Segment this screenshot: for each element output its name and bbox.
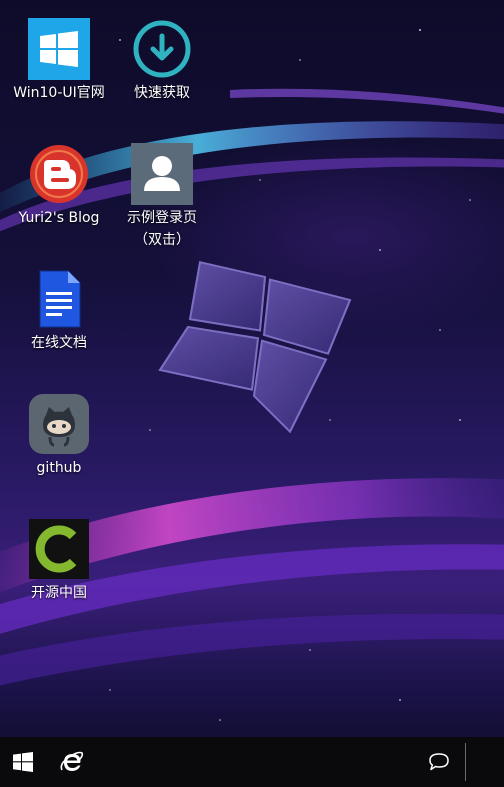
taskbar — [0, 737, 504, 787]
desktop-icon-label: 开源中国 — [31, 585, 87, 601]
github-icon — [28, 393, 90, 455]
desktop-icon-label: 快速获取 — [134, 85, 190, 101]
desktop-icon-login[interactable]: 示例登录页 （双击） — [110, 143, 214, 251]
desktop-icon-quick-get[interactable]: 快速获取 — [110, 18, 214, 104]
desktop-icon-blog[interactable]: Yuri2's Blog — [7, 143, 111, 229]
taskbar-divider — [465, 743, 466, 781]
document-icon — [28, 268, 90, 330]
browser-button[interactable] — [49, 737, 95, 787]
blogger-icon — [28, 143, 90, 205]
start-button[interactable] — [0, 737, 46, 787]
desktop-icon-docs[interactable]: 在线文档 — [7, 268, 111, 354]
message-icon — [429, 753, 449, 771]
desktop-icon-label: Yuri2's Blog — [18, 210, 100, 226]
desktop-icon-oschina[interactable]: 开源中国 — [7, 518, 111, 604]
desktop-icon-label: github — [36, 460, 82, 476]
desktop-icon-label: Win10-UI官网 — [13, 85, 105, 101]
download-icon — [131, 18, 193, 80]
windows-start-icon — [13, 752, 33, 772]
desktop-icon-label: 在线文档 — [31, 335, 87, 351]
desktop-icon-github[interactable]: github — [7, 393, 111, 479]
notification-button[interactable] — [416, 737, 462, 787]
windows-logo-icon — [28, 18, 90, 80]
user-icon — [131, 143, 193, 205]
desktop-icon-win10-ui[interactable]: Win10-UI官网 — [7, 18, 111, 104]
desktop: Win10-UI官网 快速获取 Yuri2's Blog 示例登录页 （双击） … — [0, 0, 504, 787]
ie-browser-icon — [60, 751, 84, 771]
oschina-icon — [28, 518, 90, 580]
desktop-icon-label: 示例登录页 （双击） — [127, 210, 197, 248]
